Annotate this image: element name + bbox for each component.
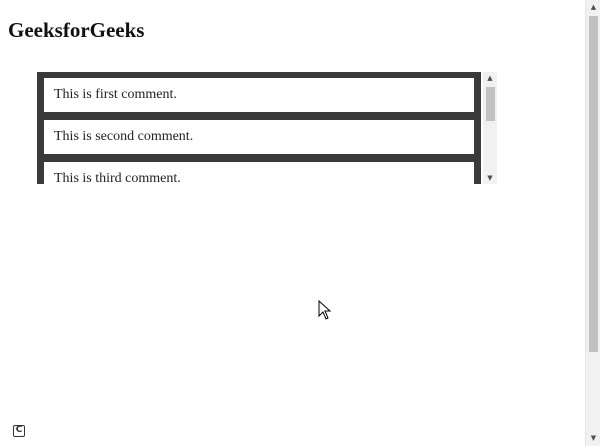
page-scroll-down-arrow-icon[interactable]: ▼ <box>586 431 600 446</box>
page: GeeksforGeeks This is first comment. Thi… <box>0 0 600 446</box>
recording-logo-icon: C <box>13 425 25 437</box>
page-scrollbar[interactable]: ▲ ▼ <box>585 0 600 446</box>
page-title: GeeksforGeeks <box>8 18 145 42</box>
scroll-down-arrow-icon[interactable]: ▼ <box>483 172 497 184</box>
comment-scroll-container[interactable]: This is first comment. This is second co… <box>37 72 498 184</box>
comment-item: This is first comment. <box>44 78 474 112</box>
comment-scrollbar[interactable]: ▲ ▼ <box>483 72 497 184</box>
comment-item: This is third comment. <box>44 162 474 184</box>
page-scrollbar-thumb[interactable] <box>589 16 598 352</box>
scroll-up-arrow-icon[interactable]: ▲ <box>483 72 497 84</box>
page-scroll-up-arrow-icon[interactable]: ▲ <box>586 0 600 15</box>
comment-item: This is second comment. <box>44 120 474 154</box>
comment-scrollbar-thumb[interactable] <box>486 87 495 121</box>
comment-list: This is first comment. This is second co… <box>37 72 481 184</box>
mouse-pointer-icon <box>318 299 332 320</box>
